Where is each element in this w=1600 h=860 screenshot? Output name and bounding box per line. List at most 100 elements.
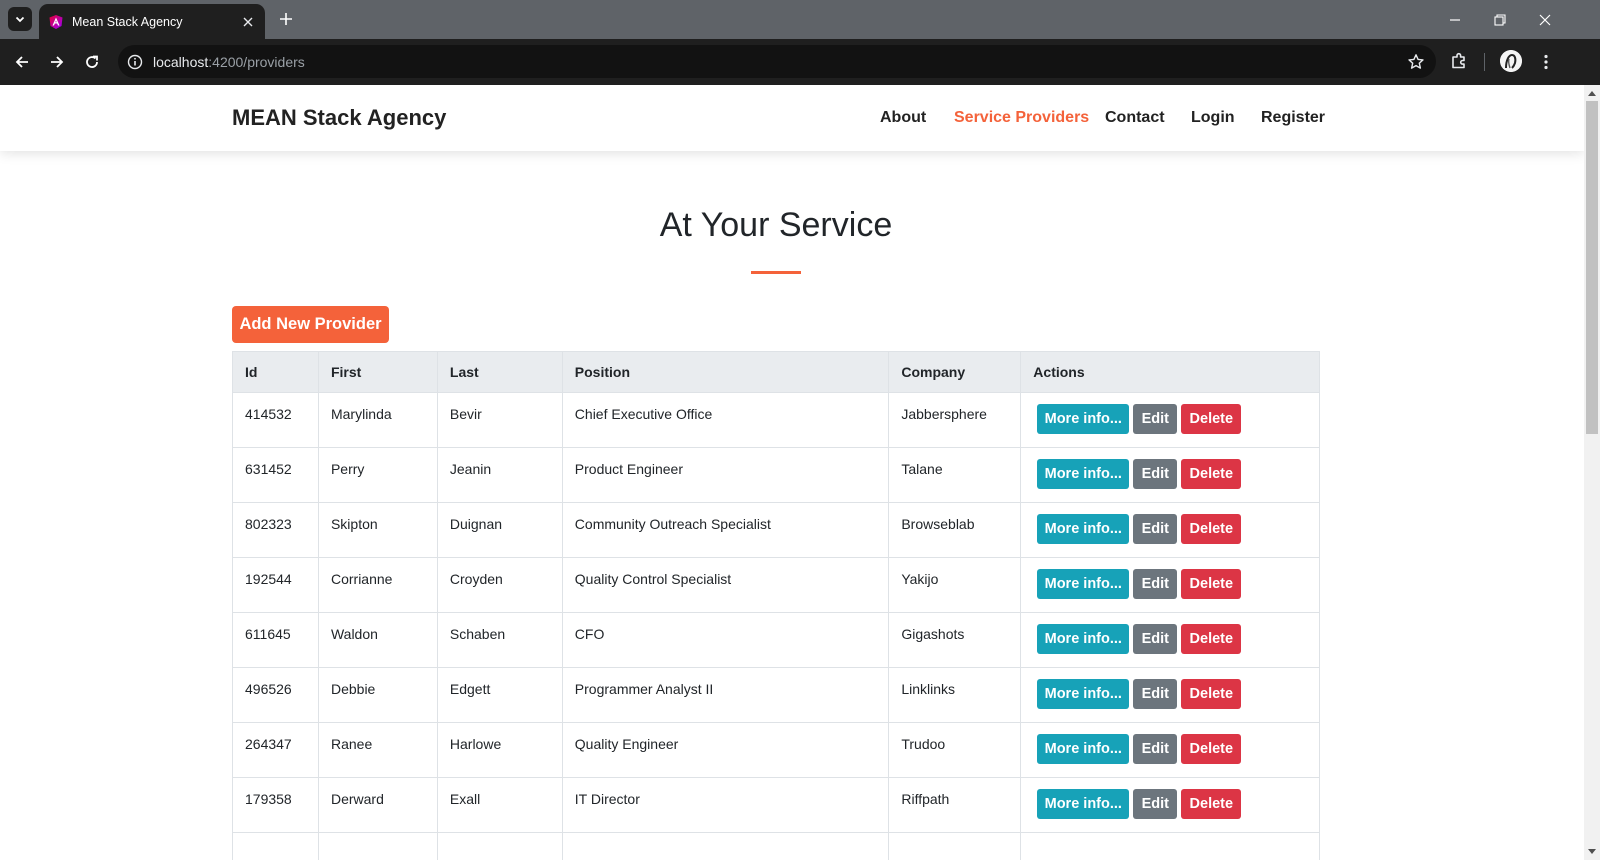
page-scrollbar[interactable]: [1584, 85, 1600, 860]
cell-position: IT Director: [561, 777, 890, 833]
column-header-last: Last: [436, 351, 563, 393]
scroll-down-arrow-icon[interactable]: [1588, 849, 1596, 854]
delete-button[interactable]: Delete: [1181, 514, 1242, 544]
delete-button[interactable]: Delete: [1181, 569, 1242, 599]
cell-id: 179358: [232, 777, 319, 833]
table-body: 414532 Marylinda Bevir Chief Executive Offi…: [232, 392, 1320, 860]
cell-company: Talane: [888, 447, 1022, 503]
restore-icon[interactable]: [1490, 10, 1510, 30]
more-info-button[interactable]: More info...: [1037, 789, 1130, 819]
delete-button[interactable]: Delete: [1181, 679, 1242, 709]
cell-company: Yakijo: [888, 557, 1022, 613]
cell-id: 631452: [232, 447, 319, 503]
more-info-button[interactable]: More info...: [1037, 569, 1130, 599]
new-tab-icon[interactable]: [276, 9, 296, 29]
toolbar-separator: [1484, 53, 1485, 71]
browser-tabstrip: Mean Stack Agency: [0, 0, 1600, 39]
column-header-first: First: [317, 351, 438, 393]
forward-icon[interactable]: [46, 51, 68, 73]
reload-icon[interactable]: [81, 51, 103, 73]
delete-button[interactable]: Delete: [1181, 734, 1242, 764]
edit-button[interactable]: Edit: [1133, 569, 1178, 599]
cell-last: Edgett: [436, 667, 563, 723]
cell-company: Jabbersphere: [888, 392, 1022, 448]
cell-id: 264347: [232, 722, 319, 778]
providers-table: Id First Last Position Company Actions 4…: [232, 351, 1320, 860]
add-new-provider-button[interactable]: Add New Provider: [232, 306, 389, 343]
cell-last: Schaben: [436, 612, 563, 668]
cell-id: 802323: [232, 502, 319, 558]
heading-divider: [751, 271, 801, 274]
cell-position: Community Outreach Specialist: [561, 502, 890, 558]
cell-actions: More info... Edit Delete: [1020, 392, 1320, 448]
nav-link-service-providers[interactable]: Service Providers: [954, 109, 1089, 127]
browser-tab[interactable]: Mean Stack Agency: [39, 4, 265, 39]
browser-menu-icon[interactable]: [1536, 51, 1556, 73]
tab-title: Mean Stack Agency: [72, 14, 183, 29]
cell-actions: More info... Edit Delete: [1020, 612, 1320, 668]
edit-button[interactable]: Edit: [1133, 624, 1178, 654]
more-info-button[interactable]: More info...: [1037, 679, 1130, 709]
delete-button[interactable]: Delete: [1181, 789, 1242, 819]
column-header-id: Id: [232, 351, 319, 393]
scroll-up-arrow-icon[interactable]: [1588, 91, 1596, 96]
browser-toolbar: localhost:4200/providers: [0, 39, 1600, 85]
site-info-icon[interactable]: [127, 54, 143, 70]
column-header-company: Company: [888, 351, 1022, 393]
back-icon[interactable]: [11, 51, 33, 73]
more-info-button[interactable]: More info...: [1037, 734, 1130, 764]
address-bar[interactable]: localhost:4200/providers: [118, 45, 1436, 78]
cell-first: Ranee: [317, 722, 438, 778]
edit-button[interactable]: Edit: [1133, 459, 1178, 489]
cell-position: CFO: [561, 612, 890, 668]
cell-position: Quality Engineer: [561, 722, 890, 778]
profile-avatar[interactable]: [1500, 50, 1522, 72]
close-window-icon[interactable]: [1535, 10, 1555, 30]
table-row: 414532 Marylinda Bevir Chief Executive Offi…: [232, 392, 1320, 448]
cell-actions: More info... Edit Delete: [1020, 447, 1320, 503]
table-row: 179358 Derward Exall IT Director Riffpath Mor…: [232, 777, 1320, 833]
tab-search-button[interactable]: [8, 7, 32, 31]
tab-close-icon[interactable]: [240, 14, 256, 30]
edit-button[interactable]: Edit: [1133, 679, 1178, 709]
more-info-button[interactable]: More info...: [1037, 459, 1130, 489]
cell-company: Linklinks: [888, 667, 1022, 723]
cell-last: [436, 832, 563, 860]
edit-button[interactable]: Edit: [1133, 734, 1178, 764]
bookmark-star-icon[interactable]: [1407, 53, 1425, 71]
cell-last: Harlowe: [436, 722, 563, 778]
minimize-icon[interactable]: [1445, 10, 1465, 30]
nav-link-contact[interactable]: Contact: [1105, 109, 1165, 127]
cell-actions: More info... Edit Delete: [1020, 722, 1320, 778]
more-info-button[interactable]: More info...: [1037, 404, 1130, 434]
more-info-button[interactable]: More info...: [1037, 514, 1130, 544]
edit-button[interactable]: Edit: [1133, 789, 1178, 819]
chevron-down-icon: [15, 16, 25, 23]
table-header-row: Id First Last Position Company Actions: [232, 351, 1320, 393]
cell-actions: More info... Edit Delete: [1020, 777, 1320, 833]
cell-last: Jeanin: [436, 447, 563, 503]
nav-link-login[interactable]: Login: [1191, 109, 1235, 127]
site-navbar: MEAN Stack Agency About Service Provider…: [0, 85, 1584, 151]
url-text[interactable]: localhost:4200/providers: [153, 54, 305, 70]
cell-last: Bevir: [436, 392, 563, 448]
url-path: :4200/providers: [208, 53, 305, 70]
cell-company: Browseblab: [888, 502, 1022, 558]
delete-button[interactable]: Delete: [1181, 404, 1242, 434]
edit-button[interactable]: Edit: [1133, 514, 1178, 544]
table-row: 631452 Perry Jeanin Product Engineer Talane M…: [232, 447, 1320, 503]
cell-position: Product Engineer: [561, 447, 890, 503]
cell-last: Duignan: [436, 502, 563, 558]
edit-button[interactable]: Edit: [1133, 404, 1178, 434]
cell-company: Trudoo: [888, 722, 1022, 778]
nav-link-about[interactable]: About: [880, 109, 926, 127]
cell-first: Waldon: [317, 612, 438, 668]
scrollbar-thumb[interactable]: [1586, 101, 1598, 434]
more-info-button[interactable]: More info...: [1037, 624, 1130, 654]
cell-first: Marylinda: [317, 392, 438, 448]
extensions-puzzle-icon[interactable]: [1449, 51, 1469, 71]
delete-button[interactable]: Delete: [1181, 459, 1242, 489]
delete-button[interactable]: Delete: [1181, 624, 1242, 654]
nav-link-register[interactable]: Register: [1261, 109, 1325, 127]
site-brand[interactable]: MEAN Stack Agency: [232, 105, 446, 131]
